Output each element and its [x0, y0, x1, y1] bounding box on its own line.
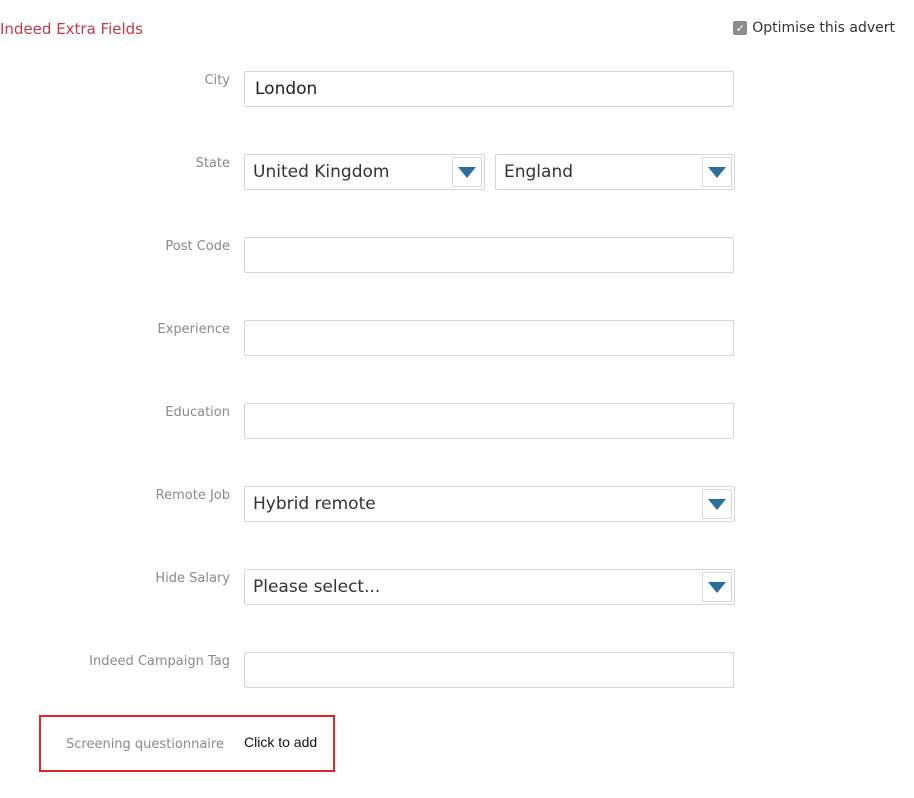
hide-salary-select[interactable]: Please select...: [244, 569, 735, 605]
hide-salary-label: Hide Salary: [155, 571, 230, 586]
screening-click-to-add-link[interactable]: Click to add: [244, 734, 317, 750]
education-input[interactable]: [244, 403, 734, 439]
state-region-value: England: [504, 162, 574, 182]
state-country-select[interactable]: United Kingdom: [244, 154, 485, 190]
state-label: State: [195, 156, 230, 171]
optimise-label: Optimise this advert: [752, 20, 895, 36]
experience-label: Experience: [157, 322, 231, 337]
campaign-tag-label: Indeed Campaign Tag: [89, 654, 230, 669]
screening-questionnaire-label: Screening questionnaire: [66, 737, 224, 752]
section-title: Indeed Extra Fields: [0, 20, 143, 38]
dropdown-arrow-icon[interactable]: [702, 572, 732, 602]
education-label: Education: [165, 405, 230, 420]
remote-job-select[interactable]: Hybrid remote: [244, 486, 735, 522]
experience-input[interactable]: [244, 320, 734, 356]
dropdown-arrow-icon[interactable]: [452, 157, 482, 187]
city-input[interactable]: London: [244, 71, 734, 107]
remote-job-value: Hybrid remote: [253, 494, 376, 514]
dropdown-arrow-icon[interactable]: [702, 489, 732, 519]
hide-salary-value: Please select...: [253, 577, 381, 597]
checkbox-check-icon[interactable]: ✓: [733, 21, 748, 35]
campaign-tag-input[interactable]: [244, 652, 734, 688]
state-country-value: United Kingdom: [253, 162, 390, 182]
state-region-select[interactable]: England: [495, 154, 735, 190]
remote-job-label: Remote Job: [155, 488, 230, 503]
post-code-input[interactable]: [244, 237, 734, 273]
dropdown-arrow-icon[interactable]: [702, 157, 732, 187]
optimise-checkbox[interactable]: ✓ Optimise this advert: [733, 20, 895, 36]
city-label: City: [204, 73, 230, 88]
post-code-label: Post Code: [165, 239, 230, 254]
